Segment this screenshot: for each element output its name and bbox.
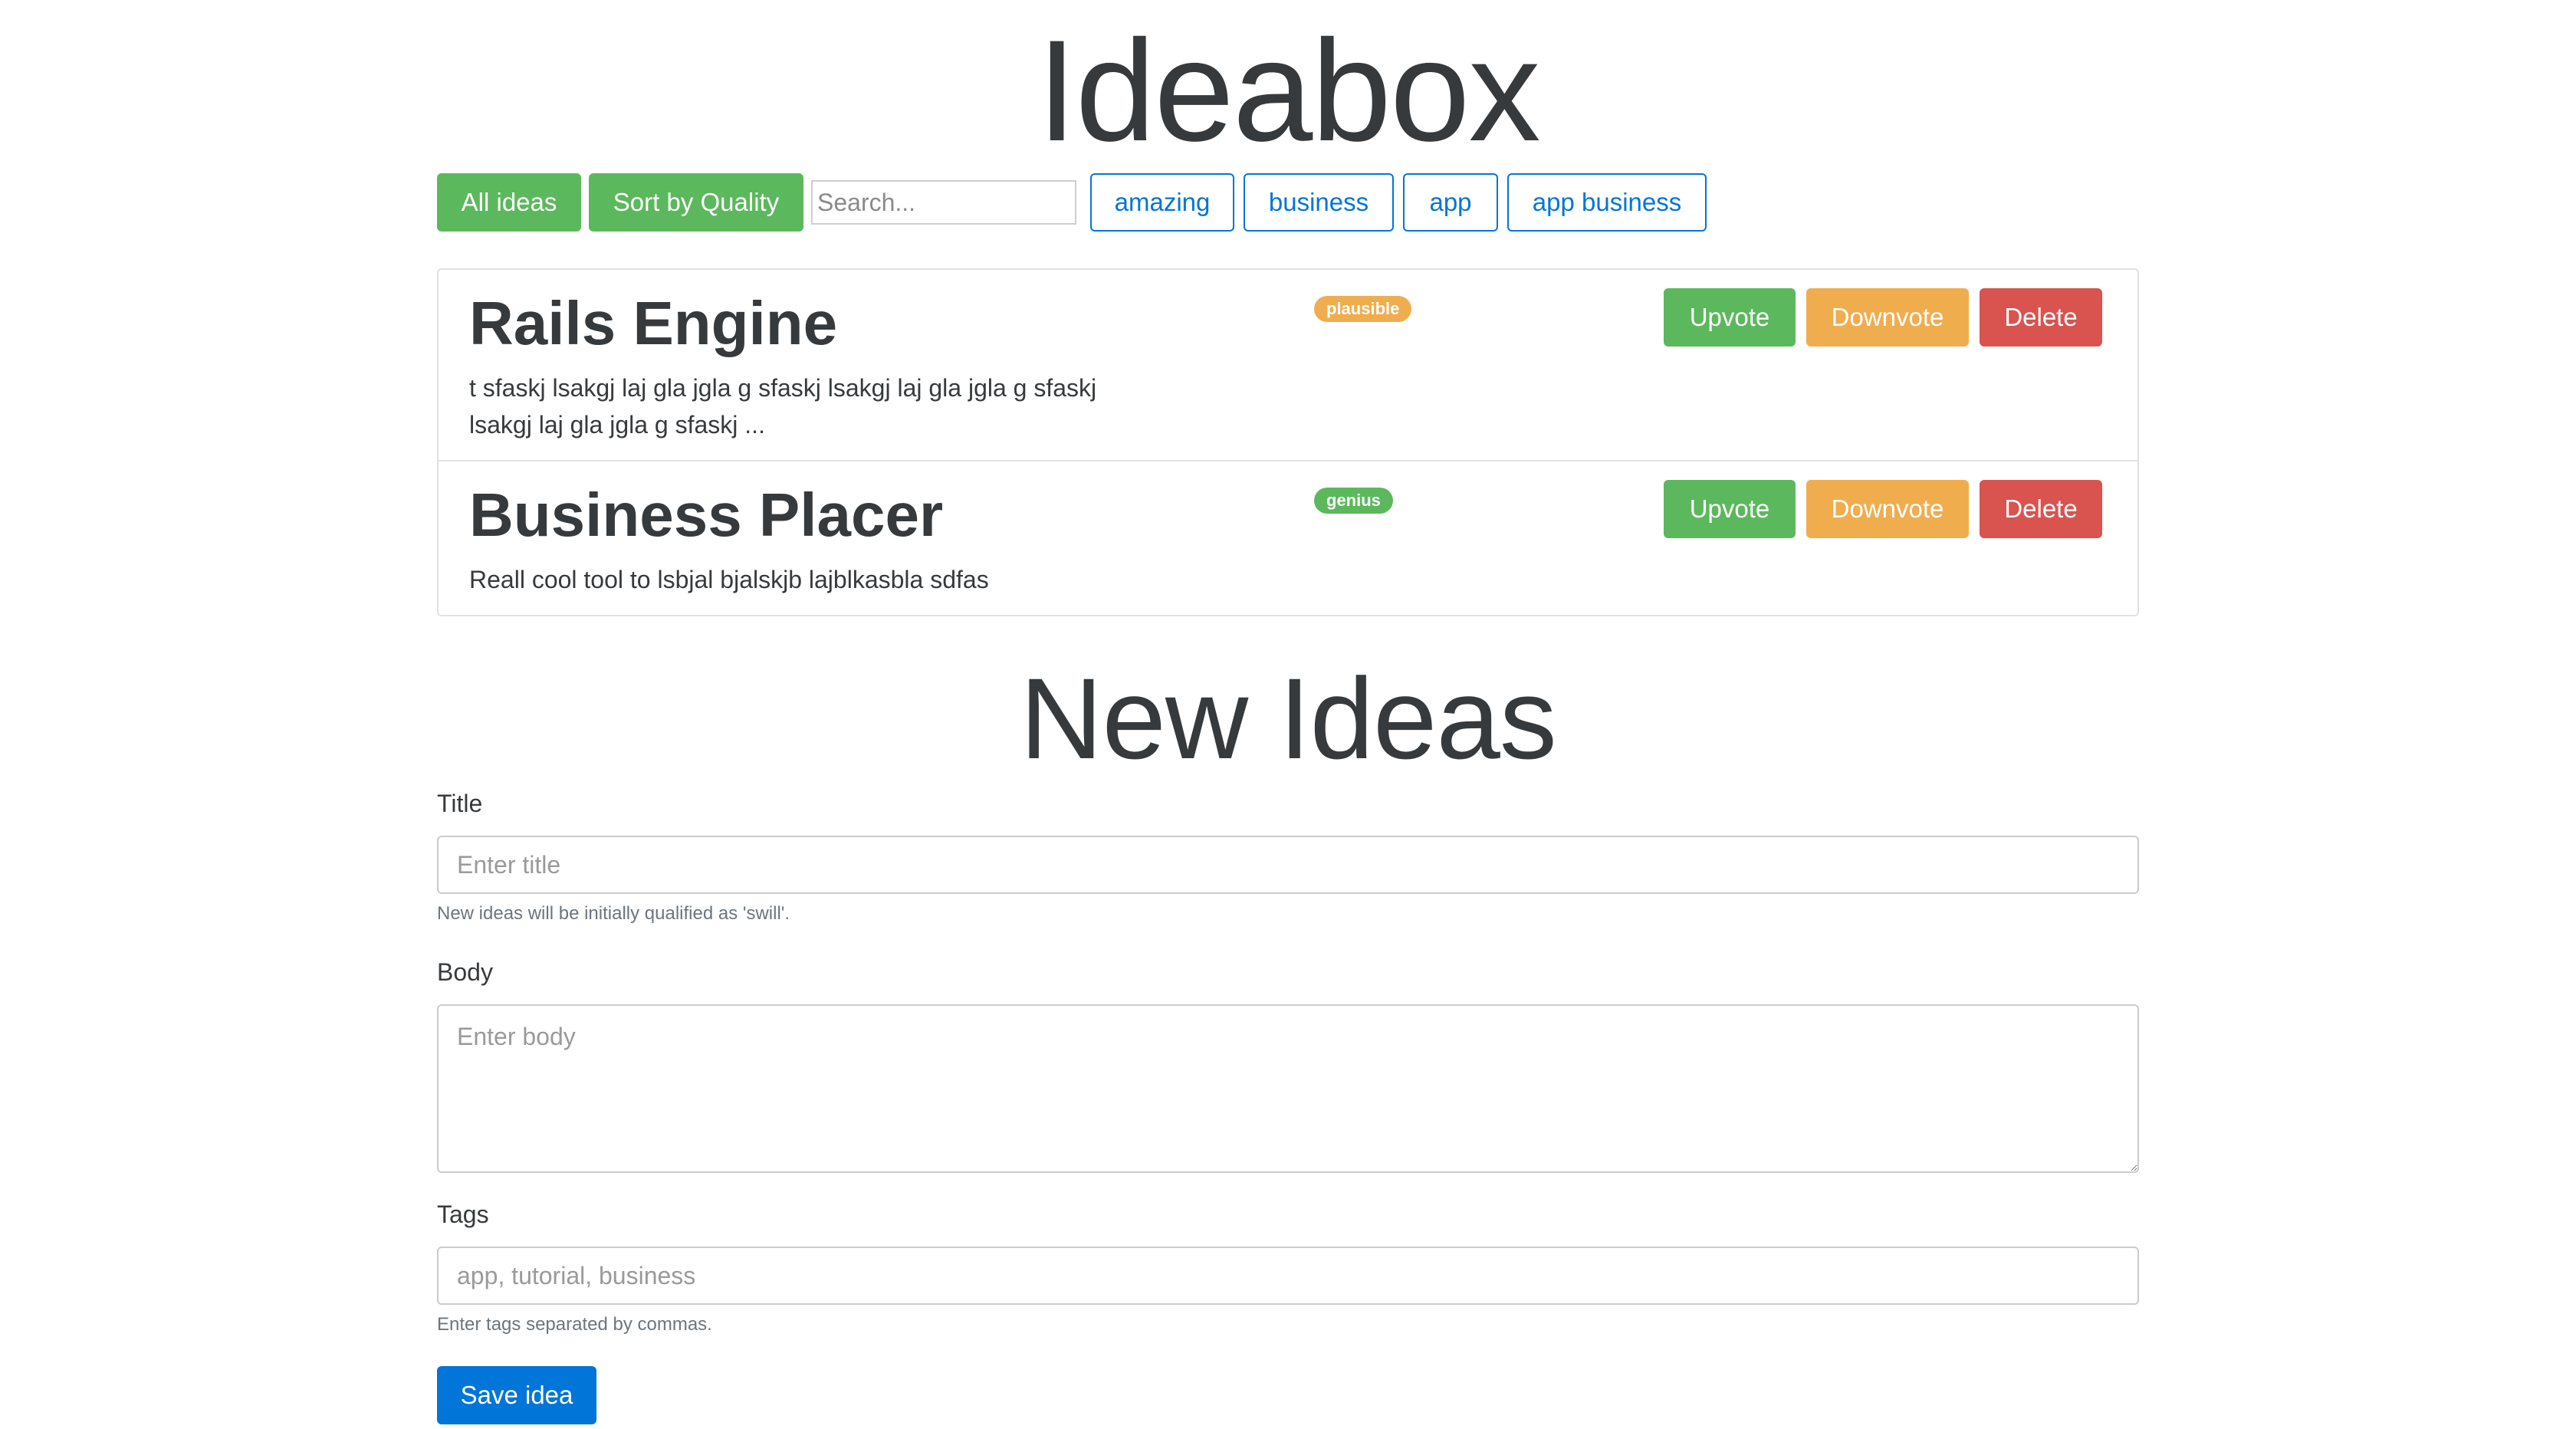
- ideas-list: Rails Engine plausible t sfaskj lsakgj l…: [437, 268, 2139, 616]
- idea-title: Business Placer: [469, 481, 944, 549]
- body-label: Body: [437, 958, 493, 986]
- upvote-button[interactable]: Upvote: [1664, 288, 1796, 347]
- idea-item: Business Placer genius Reall cool tool t…: [439, 462, 2137, 615]
- toolbar: All ideas Sort by Quality amazing busine…: [437, 173, 1707, 232]
- idea-title: Rails Engine: [469, 289, 838, 357]
- idea-actions: Upvote Downvote Delete: [1664, 288, 2102, 347]
- delete-button[interactable]: Delete: [1980, 288, 2102, 347]
- downvote-button[interactable]: Downvote: [1806, 480, 1969, 538]
- quality-badge: plausible: [1314, 296, 1412, 322]
- tag-filter-amazing[interactable]: amazing: [1090, 173, 1234, 232]
- title-help-text: New ideas will be initially qualified as…: [437, 903, 790, 924]
- all-ideas-button[interactable]: All ideas: [437, 173, 581, 232]
- save-idea-button[interactable]: Save idea: [437, 1366, 596, 1424]
- quality-badge: genius: [1314, 488, 1393, 514]
- title-label: Title: [437, 790, 483, 817]
- delete-button[interactable]: Delete: [1980, 480, 2102, 538]
- new-ideas-heading: New Ideas: [1020, 654, 1557, 783]
- page-title: Ideabox: [1037, 10, 1540, 171]
- tag-filter-app[interactable]: app: [1403, 173, 1498, 232]
- idea-body: t sfaskj lsakgj laj gla jgla g sfaskj ls…: [469, 374, 1097, 439]
- tags-label: Tags: [437, 1201, 489, 1228]
- idea-item: Rails Engine plausible t sfaskj lsakgj l…: [439, 270, 2137, 462]
- body-textarea[interactable]: [437, 1004, 2139, 1173]
- tag-filter-business[interactable]: business: [1244, 173, 1394, 232]
- tags-help-text: Enter tags separated by commas.: [437, 1314, 712, 1335]
- tag-filter-app-business[interactable]: app business: [1507, 173, 1707, 232]
- sort-by-quality-button[interactable]: Sort by Quality: [589, 173, 803, 232]
- downvote-button[interactable]: Downvote: [1806, 288, 1969, 347]
- idea-body: Reall cool tool to lsbjal bjalskjb lajbl…: [469, 566, 989, 593]
- tags-input[interactable]: [437, 1247, 2139, 1305]
- idea-actions: Upvote Downvote Delete: [1664, 480, 2102, 538]
- title-input[interactable]: [437, 836, 2139, 894]
- upvote-button[interactable]: Upvote: [1664, 480, 1796, 538]
- search-input[interactable]: [811, 180, 1076, 225]
